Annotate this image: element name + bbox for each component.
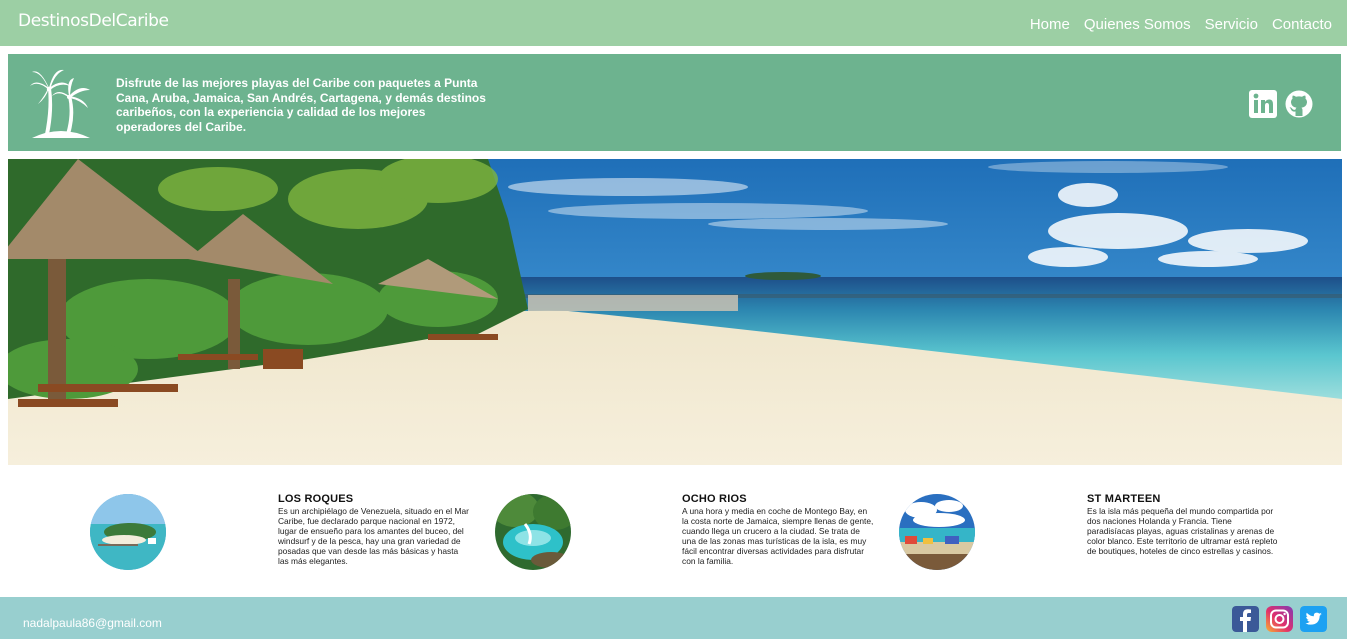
site-footer: nadalpaula86@gmail.com — [0, 597, 1347, 639]
twitter-icon[interactable] — [1300, 606, 1327, 632]
st-marteen-thumbnail[interactable] — [899, 494, 975, 570]
logo-text-destinos: Destinos — [18, 11, 89, 31]
logo-text-del: Del — [88, 11, 116, 31]
top-navbar: DestinosDelCaribe Home Quienes Somos Ser… — [0, 0, 1347, 46]
palm-tree-icon — [30, 69, 90, 138]
nav-link-contacto[interactable]: Contacto — [1272, 16, 1332, 33]
github-icon[interactable] — [1285, 90, 1313, 118]
nav-link-servicio[interactable]: Servicio — [1205, 16, 1258, 33]
nav-link-quienes-somos[interactable]: Quienes Somos — [1084, 16, 1191, 33]
destination-description-los-roques: Es un archipiélago de Venezuela, situado… — [278, 506, 469, 566]
destination-description-st-marteen: Es la isla más pequeña del mundo compart… — [1087, 506, 1278, 556]
site-logo[interactable]: DestinosDelCaribe — [18, 11, 169, 31]
banner-social-links — [1249, 90, 1313, 118]
destination-title-st-marteen: ST MARTEEN — [1087, 493, 1161, 505]
nav-link-home[interactable]: Home — [1030, 16, 1070, 33]
linkedin-icon[interactable] — [1249, 90, 1277, 118]
los-roques-thumbnail[interactable] — [90, 494, 166, 570]
contact-email-link[interactable]: nadalpaula86@gmail.com — [23, 616, 162, 630]
instagram-icon[interactable] — [1266, 606, 1293, 632]
page-right-edge — [1347, 0, 1351, 639]
intro-banner: Disfrute de las mejores playas del Carib… — [8, 54, 1341, 151]
footer-social-links — [1232, 606, 1327, 632]
destination-title-los-roques: LOS ROQUES — [278, 493, 354, 505]
facebook-icon[interactable] — [1232, 606, 1259, 632]
destination-title-ocho-rios: OCHO RIOS — [682, 493, 747, 505]
logo-text-caribe: Caribe — [115, 11, 169, 31]
ocho-rios-thumbnail[interactable] — [495, 494, 571, 570]
banner-description: Disfrute de las mejores playas del Carib… — [116, 76, 486, 134]
hero-beach-image — [8, 159, 1342, 465]
destination-description-ocho-rios: A una hora y media en coche de Montego B… — [682, 506, 874, 566]
main-nav: Home Quienes Somos Servicio Contacto — [1030, 16, 1332, 33]
